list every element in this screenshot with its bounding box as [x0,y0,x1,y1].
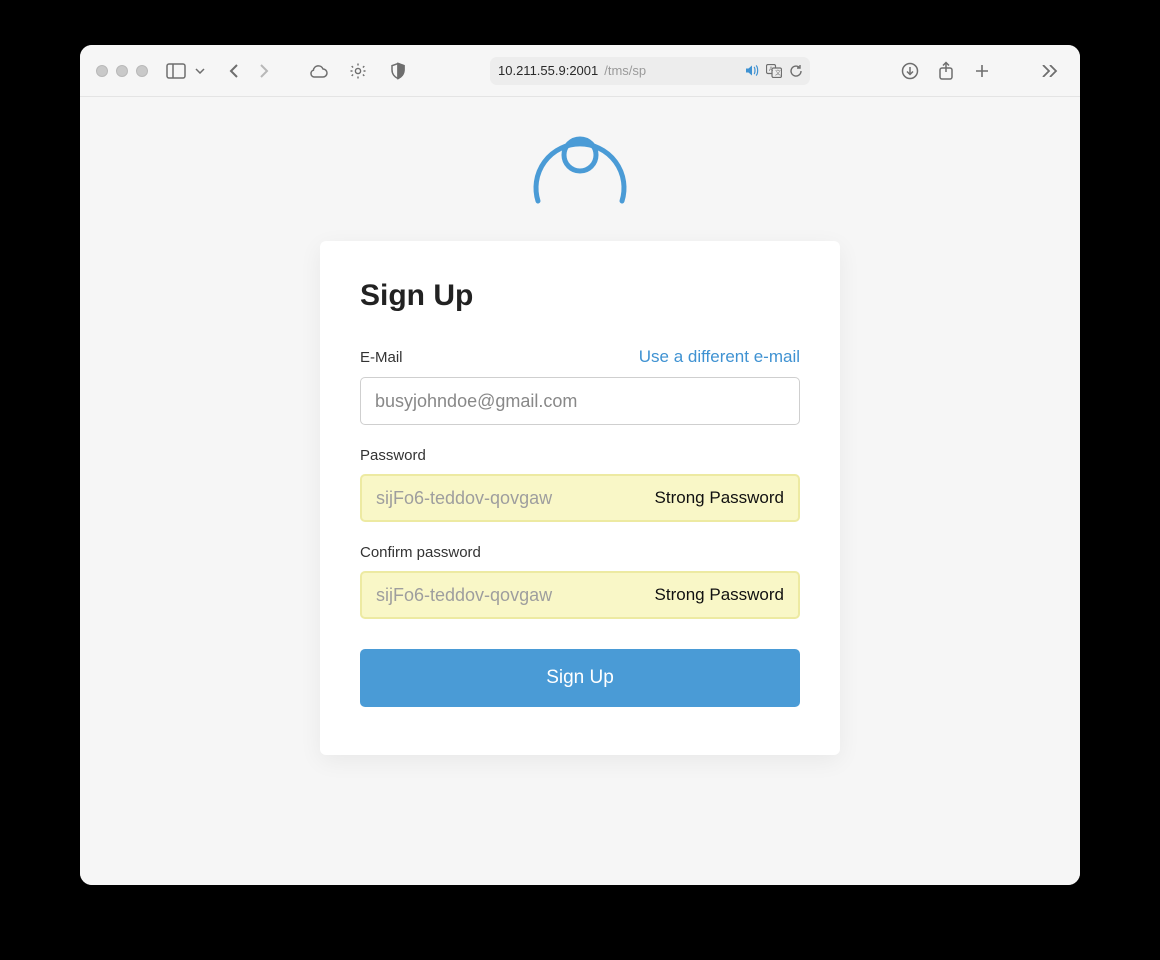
svg-text:文: 文 [775,69,781,77]
sidebar-group [162,57,208,85]
titlebar: 10.211.55.9:2001/tms/sp A文 [80,45,1080,97]
email-label: E-Mail [360,349,403,366]
back-icon[interactable] [220,57,248,85]
sidebar-toggle-icon[interactable] [162,57,190,85]
close-dot[interactable] [96,65,108,77]
page-tools-group [304,57,412,85]
svg-text:A: A [769,67,773,73]
confirm-password-field-group: Confirm password sijFo6-teddov-qovgaw St… [360,544,800,619]
confirm-password-input[interactable]: sijFo6-teddov-qovgaw Strong Password [360,571,800,619]
url-right-icons: A文 [744,63,804,79]
translate-icon[interactable]: A文 [766,63,782,79]
signup-card: Sign Up E-Mail Use a different e-mail Pa… [320,241,840,755]
url-path: /tms/sp [604,63,646,78]
confirm-password-strength-label: Strong Password [655,585,784,605]
email-input[interactable] [360,377,800,425]
url-field[interactable]: 10.211.55.9:2001/tms/sp A文 [490,57,810,85]
page-title: Sign Up [360,279,800,313]
url-host: 10.211.55.9:2001 [498,63,598,78]
window-controls [96,65,148,77]
forward-icon[interactable] [250,57,278,85]
audio-icon[interactable] [744,63,760,79]
reload-icon[interactable] [788,63,804,79]
page-body: Sign Up E-Mail Use a different e-mail Pa… [80,97,1080,885]
new-tab-icon[interactable] [968,57,996,85]
titlebar-right [896,57,1064,85]
email-field-group: E-Mail Use a different e-mail [360,347,800,425]
nav-group [220,57,278,85]
zoom-dot[interactable] [136,65,148,77]
titlebar-left [96,57,412,85]
confirm-password-label: Confirm password [360,544,481,561]
downloads-icon[interactable] [896,57,924,85]
user-avatar-icon [524,115,636,205]
password-field-group: Password sijFo6-teddov-qovgaw Strong Pas… [360,447,800,522]
cloud-icon[interactable] [304,57,332,85]
shield-icon[interactable] [384,57,412,85]
minimize-dot[interactable] [116,65,128,77]
titlebar-center: 10.211.55.9:2001/tms/sp A文 [420,57,880,85]
share-icon[interactable] [932,57,960,85]
gear-icon[interactable] [344,57,372,85]
chevron-down-icon[interactable] [192,57,208,85]
browser-window: 10.211.55.9:2001/tms/sp A文 [80,45,1080,885]
signup-button[interactable]: Sign Up [360,649,800,707]
password-mask-text: sijFo6-teddov-qovgaw [376,488,645,509]
use-different-email-link[interactable]: Use a different e-mail [639,347,800,367]
overflow-icon[interactable] [1036,57,1064,85]
confirm-password-mask-text: sijFo6-teddov-qovgaw [376,585,645,606]
password-strength-label: Strong Password [655,488,784,508]
password-label: Password [360,447,426,464]
password-input[interactable]: sijFo6-teddov-qovgaw Strong Password [360,474,800,522]
